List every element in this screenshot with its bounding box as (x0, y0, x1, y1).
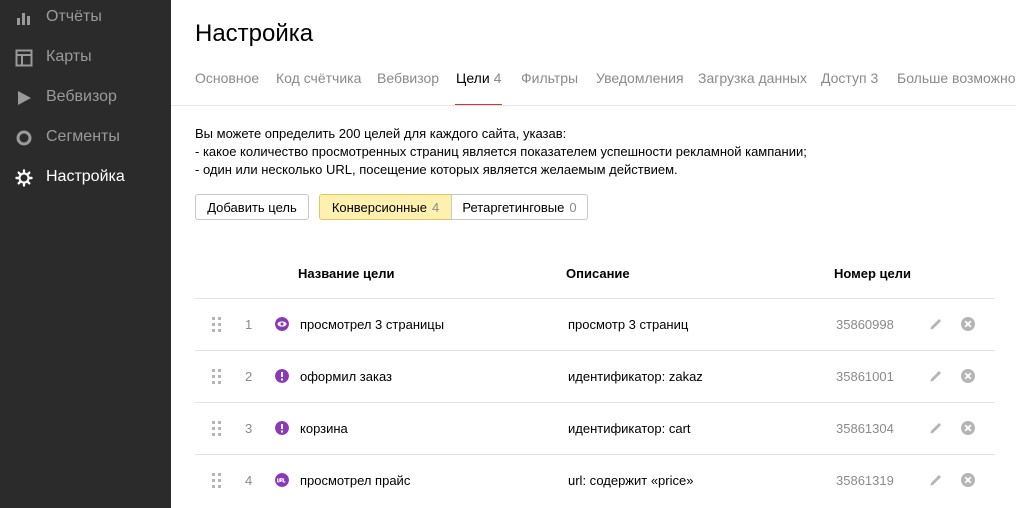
sidebar-item-label: Сегменты (46, 128, 120, 145)
drag-handle-icon[interactable] (212, 317, 222, 333)
goal-name: корзина (300, 421, 348, 436)
tab-label: Больше возможностей (897, 70, 1016, 86)
pencil-icon[interactable] (928, 316, 944, 332)
description-line: - какое количество просмотренных страниц… (195, 144, 807, 159)
table-row: 3 корзина идентификатор: cart 35861304 (195, 402, 995, 455)
sidebar-item-reports[interactable]: Отчёты (0, 2, 171, 32)
goal-id: 35861319 (836, 473, 894, 488)
delete-icon[interactable] (960, 472, 976, 488)
eye-icon (275, 317, 289, 331)
main-content: Настройка Основное Код счётчика Вебвизор… (171, 0, 1016, 508)
pencil-icon[interactable] (928, 368, 944, 384)
goal-id: 35861001 (836, 369, 894, 384)
table-row: 1 просмотрел 3 страницы просмотр 3 стран… (195, 298, 995, 351)
drag-handle-icon[interactable] (212, 473, 222, 489)
tab-count: 4 (493, 70, 502, 86)
goal-id: 35861304 (836, 421, 894, 436)
button-count: 4 (431, 199, 440, 215)
sidebar-item-label: Вебвизор (46, 88, 117, 105)
sidebar-item-label: Отчёты (46, 8, 102, 25)
tab-label: Доступ (821, 70, 867, 86)
sidebar: Отчёты Карты Вебвизор Сегменты Настройка (0, 0, 171, 508)
goal-description: просмотр 3 страниц (568, 317, 689, 332)
tab-data-upload[interactable]: Загрузка данных (698, 70, 807, 106)
button-count: 0 (569, 199, 577, 215)
tab-label: Вебвизор (377, 70, 440, 86)
sidebar-item-webvisor[interactable]: Вебвизор (0, 82, 171, 112)
column-header-description: Описание (566, 266, 630, 281)
drag-handle-icon[interactable] (212, 421, 222, 437)
goal-description: идентификатор: cart (568, 421, 691, 436)
tab-notifications[interactable]: Уведомления (596, 70, 684, 106)
row-number: 1 (245, 317, 253, 332)
tab-label: Основное (195, 70, 260, 86)
description-line: - один или несколько URL, посещение кото… (195, 162, 678, 177)
goal-description: идентификатор: zakaz (568, 369, 703, 384)
goal-name: просмотрел 3 страницы (300, 317, 445, 332)
exclamation-icon (275, 421, 289, 435)
column-header-id: Номер цели (834, 266, 912, 281)
column-header-name: Название цели (298, 266, 395, 281)
gear-icon (15, 169, 33, 187)
tab-webvisor[interactable]: Вебвизор (377, 70, 439, 106)
sidebar-item-maps[interactable]: Карты (0, 42, 171, 72)
conversion-goals-toggle[interactable]: Конверсионные 4 (319, 194, 452, 220)
row-number: 4 (245, 473, 253, 488)
exclamation-icon (275, 369, 289, 383)
tab-label: Загрузка данных (698, 70, 807, 86)
goal-id: 35860998 (836, 317, 894, 332)
sidebar-item-label: Настройка (46, 168, 125, 185)
segment-ring-icon (16, 130, 32, 146)
description-line: Вы можете определить 200 целей для каждо… (195, 126, 567, 141)
tab-counter-code[interactable]: Код счётчика (276, 70, 361, 106)
url-icon (275, 473, 289, 487)
sidebar-item-label: Карты (46, 48, 92, 65)
sidebar-item-settings[interactable]: Настройка (0, 162, 171, 192)
tab-divider (171, 105, 1016, 106)
goal-name: оформил заказ (300, 369, 392, 384)
retargeting-goals-toggle[interactable]: Ретаргетинговые 0 (451, 194, 588, 220)
goal-description: url: содержит «price» (568, 473, 694, 488)
table-row: 4 просмотрел прайс url: содержит «price»… (195, 454, 995, 507)
tab-label: Фильтры (521, 70, 579, 86)
sidebar-item-segments[interactable]: Сегменты (0, 122, 171, 152)
tab-filters[interactable]: Фильтры (521, 70, 578, 106)
map-grid-icon (15, 49, 33, 67)
button-label: Добавить цель (207, 199, 297, 215)
page-title: Настройка (195, 20, 314, 47)
button-label: Конверсионные (331, 199, 427, 215)
tab-label: Цели (456, 70, 490, 86)
delete-icon[interactable] (960, 420, 976, 436)
goal-name: просмотрел прайс (300, 473, 411, 488)
row-number: 3 (245, 421, 253, 436)
row-number: 2 (245, 369, 253, 384)
goals-description: Вы можете определить 200 целей для каждо… (195, 125, 807, 179)
tab-goals[interactable]: Цели 4 (455, 70, 503, 106)
delete-icon[interactable] (960, 316, 976, 332)
tab-access[interactable]: Доступ 3 (821, 70, 878, 106)
tab-label: Код счётчика (276, 70, 362, 86)
pencil-icon[interactable] (928, 472, 944, 488)
drag-handle-icon[interactable] (212, 369, 222, 385)
tab-more-features[interactable]: Больше возможностей (897, 70, 1016, 106)
bar-chart-icon (17, 13, 30, 25)
tab-count: 3 (870, 70, 879, 86)
delete-icon[interactable] (960, 368, 976, 384)
table-row: 2 оформил заказ идентификатор: zakaz 358… (195, 350, 995, 403)
tab-label: Уведомления (596, 70, 684, 86)
play-icon (18, 91, 31, 105)
tab-basic[interactable]: Основное (195, 70, 259, 106)
button-label: Ретаргетинговые (462, 199, 565, 215)
pencil-icon[interactable] (928, 420, 944, 436)
add-goal-button[interactable]: Добавить цель (195, 194, 309, 220)
